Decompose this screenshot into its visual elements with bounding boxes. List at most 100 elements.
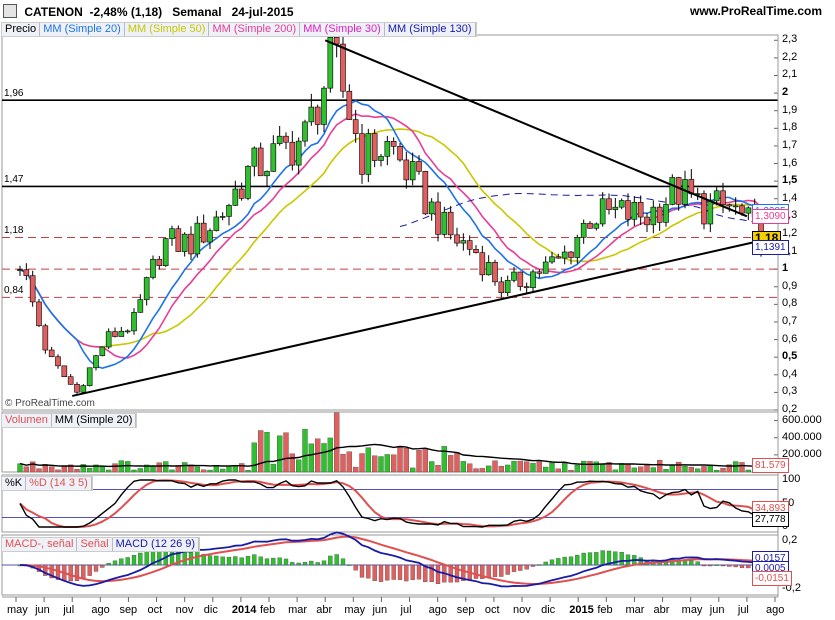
candle-body xyxy=(302,121,308,142)
x-axis-label: oct xyxy=(484,604,500,616)
macd-hist-bar xyxy=(385,564,390,581)
legend-item[interactable]: %K xyxy=(2,477,27,490)
candle-body xyxy=(42,325,49,351)
legend-item[interactable]: MM (Simple 20) xyxy=(40,23,125,36)
legend-item[interactable]: %D (14 3 5) xyxy=(26,477,92,490)
macd-hist-bar xyxy=(537,564,542,566)
volume-bar xyxy=(460,461,466,473)
volume-bar xyxy=(258,430,264,473)
volume-bar xyxy=(739,462,745,473)
candle-body xyxy=(207,230,213,243)
macd-hist-bar xyxy=(562,556,567,566)
candle-body xyxy=(422,171,429,215)
volume-bar xyxy=(429,461,435,473)
volume-axis-label: 400.000 xyxy=(782,430,822,443)
candle-body xyxy=(48,349,55,358)
candle-body xyxy=(346,90,353,120)
candle-body xyxy=(517,271,524,287)
price-badge: 1,1391 xyxy=(752,240,789,256)
panel-frame-sto xyxy=(1,474,779,533)
price-legend: Precio MM (Simple 20) MM (Simple 50) MM (Si… xyxy=(1,22,477,37)
volume-bar xyxy=(334,412,340,473)
candle-body xyxy=(707,200,714,225)
volume-bar xyxy=(505,464,511,473)
legend-item[interactable]: MM (Simple 50) xyxy=(125,23,210,36)
legend-item[interactable]: MACD (12 26 9) xyxy=(113,538,200,551)
macd-hist-bar xyxy=(93,564,99,572)
legend-item[interactable]: Volumen xyxy=(2,414,52,427)
candle-body xyxy=(143,277,150,300)
macd-hist-bar xyxy=(87,564,92,576)
volume-bar xyxy=(581,460,587,473)
legend-item[interactable]: MM (Simple 130) xyxy=(385,23,476,36)
candle-body xyxy=(131,312,137,332)
volume-bar xyxy=(657,459,663,473)
macd-hist-bar xyxy=(359,564,365,578)
volume-bar xyxy=(131,469,137,473)
volume-bar xyxy=(137,468,143,473)
candle-body xyxy=(460,240,467,244)
volume-bar xyxy=(720,467,726,473)
macd-hist-bar xyxy=(131,555,137,566)
chart-canvas xyxy=(1,25,779,602)
macd-hist-bar xyxy=(264,558,270,566)
legend-item[interactable]: Señal xyxy=(77,538,113,551)
volume-bar xyxy=(403,448,409,473)
macd-hist-bar xyxy=(404,564,409,582)
legend-item[interactable]: MACD-, señal xyxy=(2,538,78,551)
candle-body xyxy=(67,376,74,385)
candle-body xyxy=(625,200,631,220)
candle-body xyxy=(251,147,258,167)
x-axis-label: dic xyxy=(203,604,218,616)
macd-hist-bar xyxy=(708,564,713,567)
macd-hist-bar xyxy=(410,564,415,580)
candle-body xyxy=(352,119,359,134)
date-label: 24-jul-2015 xyxy=(231,5,294,19)
volume-bar xyxy=(340,453,346,473)
legend-item[interactable]: MM (Simple 20) xyxy=(52,414,137,427)
legend-item[interactable]: MM (Simple 30) xyxy=(300,23,385,36)
candle-body xyxy=(327,37,334,89)
volume-bar xyxy=(239,463,245,473)
volume-bar xyxy=(384,454,390,473)
volume-bar xyxy=(650,467,656,473)
volume-bar xyxy=(593,461,599,473)
macd-hist-bar xyxy=(81,564,86,580)
macd-hist-bar xyxy=(366,564,371,579)
legend-item[interactable]: Precio xyxy=(2,23,41,36)
candle-body xyxy=(61,365,68,378)
change-label: -2,48% (1,18) xyxy=(89,5,163,19)
x-axis-label: 2014 xyxy=(231,604,257,616)
price-axis-label: 0,6 xyxy=(782,332,798,345)
level-label: 1,96 xyxy=(4,88,24,100)
volume-legend: Volumen MM (Simple 20) xyxy=(1,413,138,428)
macd-hist-bar xyxy=(714,564,719,566)
candle-body xyxy=(181,233,188,252)
candle-body xyxy=(365,133,372,175)
volume-bar xyxy=(226,466,232,473)
price-axis-label: 2,3 xyxy=(782,33,798,46)
chart-menu-icon[interactable] xyxy=(3,4,17,18)
x-axis-label: nov xyxy=(513,604,531,616)
candle-body xyxy=(93,355,99,369)
candle-body xyxy=(257,147,264,177)
price-axis-label: 0,5 xyxy=(782,350,798,363)
volume-bar xyxy=(536,461,542,473)
volume-bar xyxy=(435,465,441,473)
candle-body xyxy=(479,252,486,276)
volume-bar xyxy=(555,468,561,473)
site-label[interactable]: www.ProRealTime.com xyxy=(690,4,822,18)
x-axis-label: ago xyxy=(766,604,785,616)
candle-body xyxy=(112,331,118,337)
volume-bar xyxy=(625,463,631,473)
volume-bar xyxy=(99,466,105,473)
macd-hist-bar xyxy=(581,552,586,566)
candle-body xyxy=(599,198,606,225)
candle-body xyxy=(669,177,676,205)
macd-hist-bar xyxy=(233,556,238,566)
candle-body xyxy=(333,37,340,45)
volume-bar xyxy=(245,470,251,473)
candle-body xyxy=(384,141,391,157)
legend-item[interactable]: MM (Simple 200) xyxy=(209,23,301,36)
x-axis-label: may xyxy=(344,604,366,616)
